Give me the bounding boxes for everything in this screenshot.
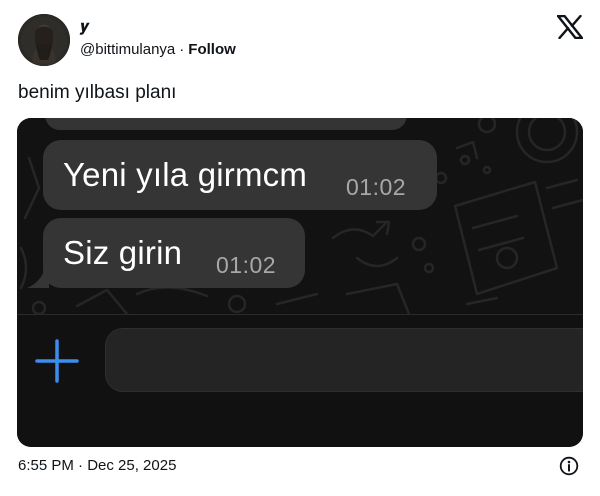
follow-button[interactable]: Follow <box>188 41 236 58</box>
tweet-media[interactable]: Yeni yıla girmcm 01:02 Siz girin 01:02 <box>17 118 583 447</box>
separator-dot: · <box>179 41 185 58</box>
avatar[interactable] <box>18 14 70 66</box>
avatar-photo <box>18 14 70 66</box>
message-bubble[interactable]: Siz girin 01:02 <box>43 218 305 288</box>
previous-message-bubble <box>45 118 407 130</box>
display-name[interactable]: 𝒚 <box>80 18 89 36</box>
chat-area: Yeni yıla girmcm 01:02 Siz girin 01:02 <box>17 118 583 314</box>
message-text: Yeni yıla girmcm <box>63 156 308 193</box>
message-bubble[interactable]: Yeni yıla girmcm 01:02 <box>43 140 437 210</box>
message-text: Siz girin <box>63 234 183 271</box>
info-icon[interactable] <box>559 456 579 476</box>
message-time: 01:02 <box>346 174 407 200</box>
x-logo-icon[interactable] <box>556 14 584 40</box>
tweet-timestamp[interactable]: 6:55 PM · Dec 25, 2025 <box>18 457 176 475</box>
tweet-text: benim yılbası planı <box>18 82 177 103</box>
plus-icon[interactable] <box>35 339 79 383</box>
message-input[interactable] <box>105 328 583 392</box>
handle-row: @bittimulanya · Follow <box>80 41 236 59</box>
message-time: 01:02 <box>216 252 277 278</box>
handle[interactable]: @bittimulanya <box>80 41 175 58</box>
